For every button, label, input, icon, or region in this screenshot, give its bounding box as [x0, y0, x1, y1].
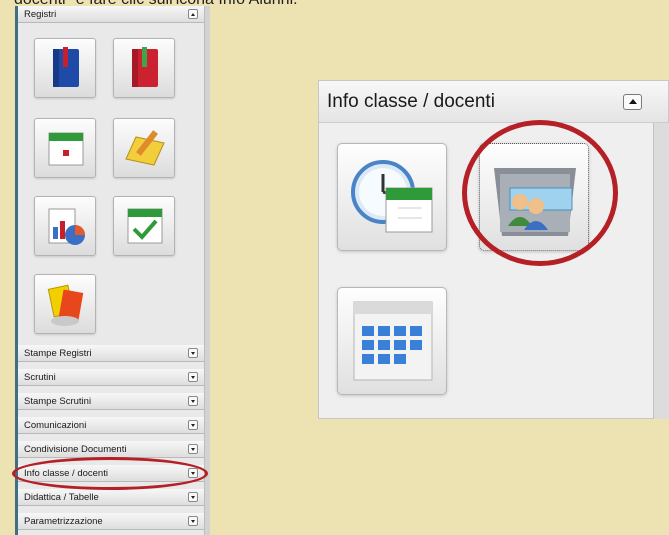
- notepad-tile[interactable]: [113, 118, 175, 178]
- expand-icon[interactable]: [188, 492, 198, 502]
- section-label: Comunicazioni: [24, 420, 87, 431]
- expand-icon[interactable]: [188, 348, 198, 358]
- section-stampe-scrutini[interactable]: Stampe Scrutini: [18, 393, 204, 410]
- section-label: Didattica / Tabelle: [24, 492, 99, 503]
- panel-scrollbar[interactable]: [653, 123, 669, 419]
- calendar-check-icon: [127, 208, 163, 244]
- highlight-circle-info-alunni: [462, 120, 618, 266]
- expand-icon[interactable]: [188, 396, 198, 406]
- expand-icon[interactable]: [188, 516, 198, 526]
- left-menu-panel: Registri Stampe Registri Scrutini Stampe…: [15, 6, 210, 535]
- panel-title: Info classe / docenti: [327, 91, 495, 112]
- calendar-icon: [48, 132, 84, 166]
- collapse-icon[interactable]: [623, 94, 642, 110]
- yellow-cards-tile[interactable]: [34, 274, 96, 334]
- register-blue-tile[interactable]: [34, 38, 96, 98]
- notepad-pencil-icon: [125, 130, 165, 166]
- calendar-grid-icon: [353, 301, 433, 381]
- clock-calendar-icon: [351, 160, 433, 233]
- panel-header[interactable]: Info classe / docenti: [319, 81, 668, 123]
- section-stampe-registri[interactable]: Stampe Registri: [18, 345, 204, 362]
- chart-report-tile[interactable]: [34, 196, 96, 256]
- section-label: Condivisione Documenti: [24, 444, 127, 455]
- section-label: Scrutini: [24, 372, 56, 383]
- register-blue-icon: [53, 47, 79, 87]
- registri-header[interactable]: Registri: [18, 6, 204, 23]
- section-parametrizzazione[interactable]: Parametrizzazione: [18, 513, 204, 530]
- register-red-tile[interactable]: [113, 38, 175, 98]
- left-scrollbar[interactable]: [204, 6, 210, 535]
- calendar-tile[interactable]: [34, 118, 96, 178]
- registri-header-label: Registri: [24, 9, 57, 20]
- calendar-check-tile[interactable]: [113, 196, 175, 256]
- section-label: Stampe Registri: [24, 348, 92, 359]
- register-red-icon: [132, 47, 158, 87]
- expand-icon[interactable]: [188, 372, 198, 382]
- highlight-circle-menu: [12, 457, 208, 490]
- expand-icon[interactable]: [188, 444, 198, 454]
- section-comunicazioni[interactable]: Comunicazioni: [18, 417, 204, 434]
- yellow-cards-icon: [47, 284, 84, 326]
- section-didattica-tabelle[interactable]: Didattica / Tabelle: [18, 489, 204, 506]
- section-condivisione-documenti[interactable]: Condivisione Documenti: [18, 441, 204, 458]
- expand-icon[interactable]: [188, 420, 198, 430]
- collapse-icon[interactable]: [188, 9, 198, 19]
- calendario-tile[interactable]: [337, 287, 447, 395]
- orario-tile[interactable]: [337, 143, 447, 251]
- section-scrutini[interactable]: Scrutini: [18, 369, 204, 386]
- chart-report-icon: [48, 208, 85, 245]
- section-label: Stampe Scrutini: [24, 396, 92, 407]
- section-label: Parametrizzazione: [24, 516, 103, 527]
